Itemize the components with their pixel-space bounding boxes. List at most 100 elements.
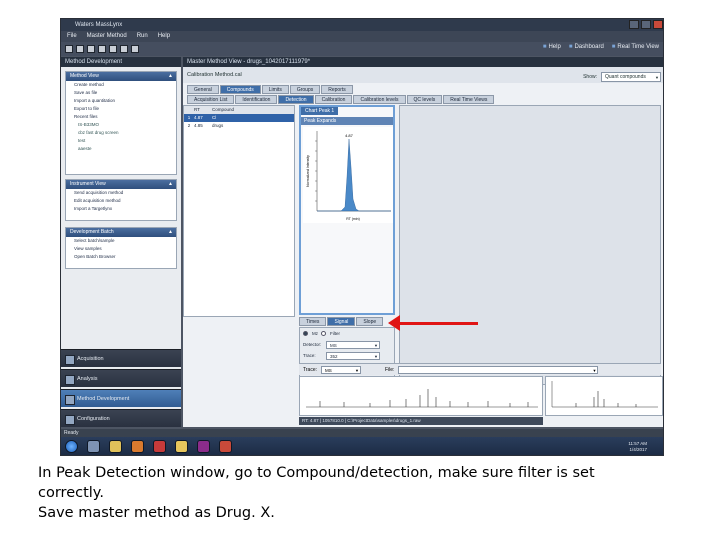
minimize-button[interactable] [629, 20, 639, 29]
system-clock[interactable]: 11:57 AM 1/4/2017 [628, 441, 647, 453]
trace-label: Trace: [303, 353, 316, 358]
subtab-calibration-levels[interactable]: Calibration levels [353, 95, 406, 104]
filter-radio-label: Filter [330, 331, 340, 336]
subtab-acquisition-list[interactable]: Acquisition List [187, 95, 235, 104]
caption-line-3: Save master method as Drug. X. [38, 505, 275, 521]
tab-compounds[interactable]: Compounds [219, 85, 261, 94]
task-send-method[interactable]: Send acquisition method [66, 189, 176, 197]
new-icon[interactable] [65, 45, 73, 53]
file-select[interactable] [398, 365, 599, 374]
dashboard-button[interactable]: Dashboard [569, 44, 603, 50]
subtab-identification[interactable]: Identification [235, 95, 278, 104]
trace-bar-select[interactable]: MS [320, 365, 361, 374]
recent-file[interactable]: IS-B33MO [66, 121, 176, 129]
print-icon[interactable] [98, 45, 106, 53]
trace-select[interactable]: 352 [326, 351, 380, 360]
pdf-icon[interactable] [153, 440, 166, 453]
close-button[interactable] [653, 20, 663, 29]
show-select[interactable]: Quant compounds [601, 72, 661, 82]
menu-run[interactable]: Run [137, 31, 148, 42]
column-rt[interactable]: RT [194, 106, 212, 114]
media-icon[interactable] [197, 440, 210, 453]
recent-file[interactable]: cbz fast drug screen [66, 129, 176, 137]
tab-signal[interactable]: Signal [327, 317, 356, 326]
nav-configuration[interactable]: Configuration [61, 409, 181, 427]
mz-radio[interactable] [303, 331, 308, 336]
app-icon[interactable] [175, 440, 188, 453]
task-edit-method[interactable]: Edit acquisition method [66, 197, 176, 205]
task-save-as[interactable]: Save as file [66, 89, 176, 97]
tab-general[interactable]: General [187, 85, 219, 94]
redo-icon[interactable] [120, 45, 128, 53]
peak-tabs: Times Signal Slope [299, 317, 384, 326]
tab-limits[interactable]: Limits [261, 85, 289, 94]
taskbar-app-icon[interactable] [87, 440, 100, 453]
start-button[interactable] [65, 440, 78, 453]
compound-grid: RT Compound 1 4.87 Cl 2 4.85 drugs [183, 105, 295, 317]
nav-method-development[interactable]: Method Development [61, 389, 181, 407]
nav-analysis[interactable]: Analysis [61, 369, 181, 387]
collapse-icon[interactable]: ▲ [168, 180, 173, 189]
subtab-real-time-views[interactable]: Real Time Views [443, 95, 495, 104]
peak-chart: 4.87 Normalized Intensity RT (min) [303, 127, 393, 223]
collapse-icon[interactable]: ▲ [168, 72, 173, 81]
masslynx-icon[interactable] [219, 440, 232, 453]
recent-file[interactable]: test [66, 137, 176, 145]
group-title: Development Batch [70, 229, 114, 235]
task-select-batch[interactable]: Select batch/sample [66, 237, 176, 245]
zoom-icon[interactable] [131, 45, 139, 53]
nav-acquisition[interactable]: Acquisition [61, 349, 181, 367]
task-import[interactable]: Import a quantitation [66, 97, 176, 105]
peak-detection-pane: Chart Peak 1 Peak Expands 4.87 Normalize… [299, 105, 395, 315]
table-row[interactable]: 1 4.87 Cl [184, 114, 294, 122]
task-create-method[interactable]: Create method [66, 81, 176, 89]
menu-bar: File Master Method Run Help [61, 31, 663, 42]
caption-line-2: correctly. [38, 485, 104, 501]
sub-tabs: Acquisition List Identification Detectio… [187, 95, 495, 104]
collapse-icon[interactable]: ▲ [168, 228, 173, 237]
development-batch-group: Development Batch ▲ Select batch/sample V… [65, 227, 177, 269]
annotation-arrow-shaft [398, 322, 478, 325]
column-compound[interactable]: Compound [212, 106, 252, 114]
tab-slope[interactable]: Slope [356, 317, 384, 326]
maximize-button[interactable] [641, 20, 651, 29]
browser-icon[interactable] [131, 440, 144, 453]
window-title: Waters MassLynx [75, 22, 123, 28]
subtab-detection[interactable]: Detection [278, 95, 314, 104]
application-screenshot: Waters MassLynx File Master Method Run H… [60, 18, 664, 456]
help-button[interactable]: Help [543, 44, 560, 50]
menu-file[interactable]: File [67, 31, 77, 42]
subtab-qc-levels[interactable]: QC levels [406, 95, 443, 104]
table-row[interactable]: 2 4.85 drugs [184, 122, 294, 130]
filter-radio[interactable] [321, 331, 326, 336]
instrument-view-group: Instrument View ▲ Send acquisition method… [65, 179, 177, 221]
open-icon[interactable] [76, 45, 84, 53]
task-view-samples[interactable]: View samples [66, 245, 176, 253]
recent-file[interactable]: aaeste [66, 145, 176, 153]
annotation-arrow-head [388, 315, 400, 331]
tab-reports[interactable]: Reports [321, 85, 353, 94]
task-open-batch-browser[interactable]: Open Batch Browser [66, 253, 176, 261]
undo-icon[interactable] [109, 45, 117, 53]
peak-pane-title: Peak Expands [301, 117, 393, 125]
windows-taskbar: 11:57 AM 1/4/2017 [61, 437, 663, 455]
clock-date: 1/4/2017 [629, 447, 647, 452]
file-label: File: [384, 366, 395, 373]
menu-master-method[interactable]: Master Method [87, 31, 127, 42]
group-title: Method View [70, 73, 99, 79]
menu-help[interactable]: Help [158, 31, 170, 42]
spectrum-chart-2 [545, 376, 663, 416]
folder-icon[interactable] [109, 440, 122, 453]
chart-peak-tab[interactable]: Chart Peak 1 [301, 107, 339, 115]
realtime-view-button[interactable]: Real Time View [612, 44, 659, 50]
task-import-targetlynx[interactable]: Import a Targetlynx [66, 205, 176, 213]
subtab-calibration[interactable]: Calibration [314, 95, 353, 104]
window-titlebar: Waters MassLynx [61, 19, 663, 31]
save-icon[interactable] [87, 45, 95, 53]
tab-groups[interactable]: Groups [289, 85, 321, 94]
peak-y-axis-label: Normalized Intensity [306, 155, 310, 187]
task-export[interactable]: Export to file [66, 105, 176, 113]
tab-times[interactable]: Times [299, 317, 327, 326]
status-bar: Ready [61, 429, 663, 437]
detector-select[interactable]: MS [326, 340, 380, 349]
